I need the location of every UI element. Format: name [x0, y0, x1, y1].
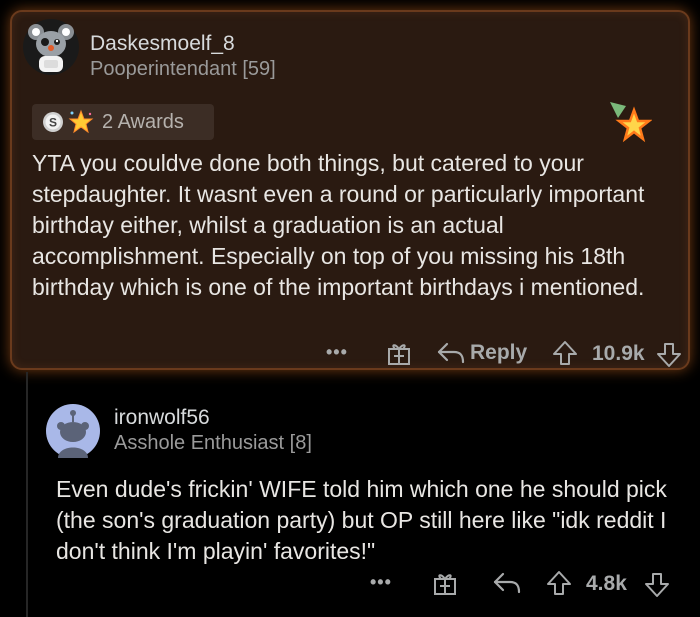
downvote-button[interactable]: [644, 572, 670, 598]
username[interactable]: ironwolf56: [114, 406, 210, 430]
awards-badge[interactable]: S 2 Awards: [32, 104, 214, 140]
reply-button[interactable]: [492, 570, 522, 596]
user-flair: Pooperintendant [59]: [90, 58, 276, 80]
comment-body: YTA you couldve done both things, but ca…: [32, 150, 645, 300]
more-icon: •••: [326, 342, 348, 362]
downvote-icon: [657, 343, 681, 367]
user-flair: Asshole Enthusiast [8]: [114, 432, 312, 454]
upvote-button[interactable]: [546, 570, 572, 596]
upvote-button[interactable]: [552, 340, 578, 366]
awarded-comment: Daskesmoelf_8 Pooperintendant [59] S 2 A…: [10, 10, 690, 370]
avatar[interactable]: [46, 404, 100, 458]
reply-arrow-icon: [493, 572, 521, 594]
vote-score: 10.9k: [592, 342, 645, 366]
upvote-icon: [553, 341, 577, 365]
reply-button[interactable]: Reply: [436, 340, 527, 366]
comment-actions: ••• Reply 10.9k: [312, 338, 682, 372]
reply-label: Reply: [470, 341, 528, 364]
give-award-button[interactable]: [386, 340, 412, 366]
vote-score: 4.8k: [586, 572, 627, 596]
avatar[interactable]: [22, 18, 80, 76]
more-button[interactable]: •••: [370, 572, 392, 593]
star-award-icon: [610, 102, 652, 143]
username[interactable]: Daskesmoelf_8: [90, 32, 235, 56]
comment-actions: ••• 4.8k: [360, 568, 680, 602]
comment-thread: Daskesmoelf_8 Pooperintendant [59] S 2 A…: [0, 0, 700, 617]
gift-award-icon: [434, 574, 456, 595]
awards-count: 2 Awards: [102, 110, 184, 133]
svg-text:S: S: [49, 116, 57, 130]
downvote-button[interactable]: [656, 342, 682, 368]
score-label: 10.9k: [592, 342, 645, 365]
upvote-icon: [547, 571, 571, 595]
give-award-button[interactable]: [432, 570, 458, 596]
more-button[interactable]: •••: [326, 342, 348, 363]
gift-award-icon: [388, 344, 410, 365]
silver-award-icon: S: [43, 112, 63, 132]
star-award-icon: [68, 109, 94, 134]
more-icon: •••: [370, 572, 392, 592]
thread-line[interactable]: [26, 372, 28, 617]
comment-body: Even dude's frickin' WIFE told him which…: [56, 476, 667, 564]
score-label: 4.8k: [586, 572, 627, 595]
reply-arrow-icon: [437, 342, 465, 364]
downvote-icon: [645, 573, 669, 597]
